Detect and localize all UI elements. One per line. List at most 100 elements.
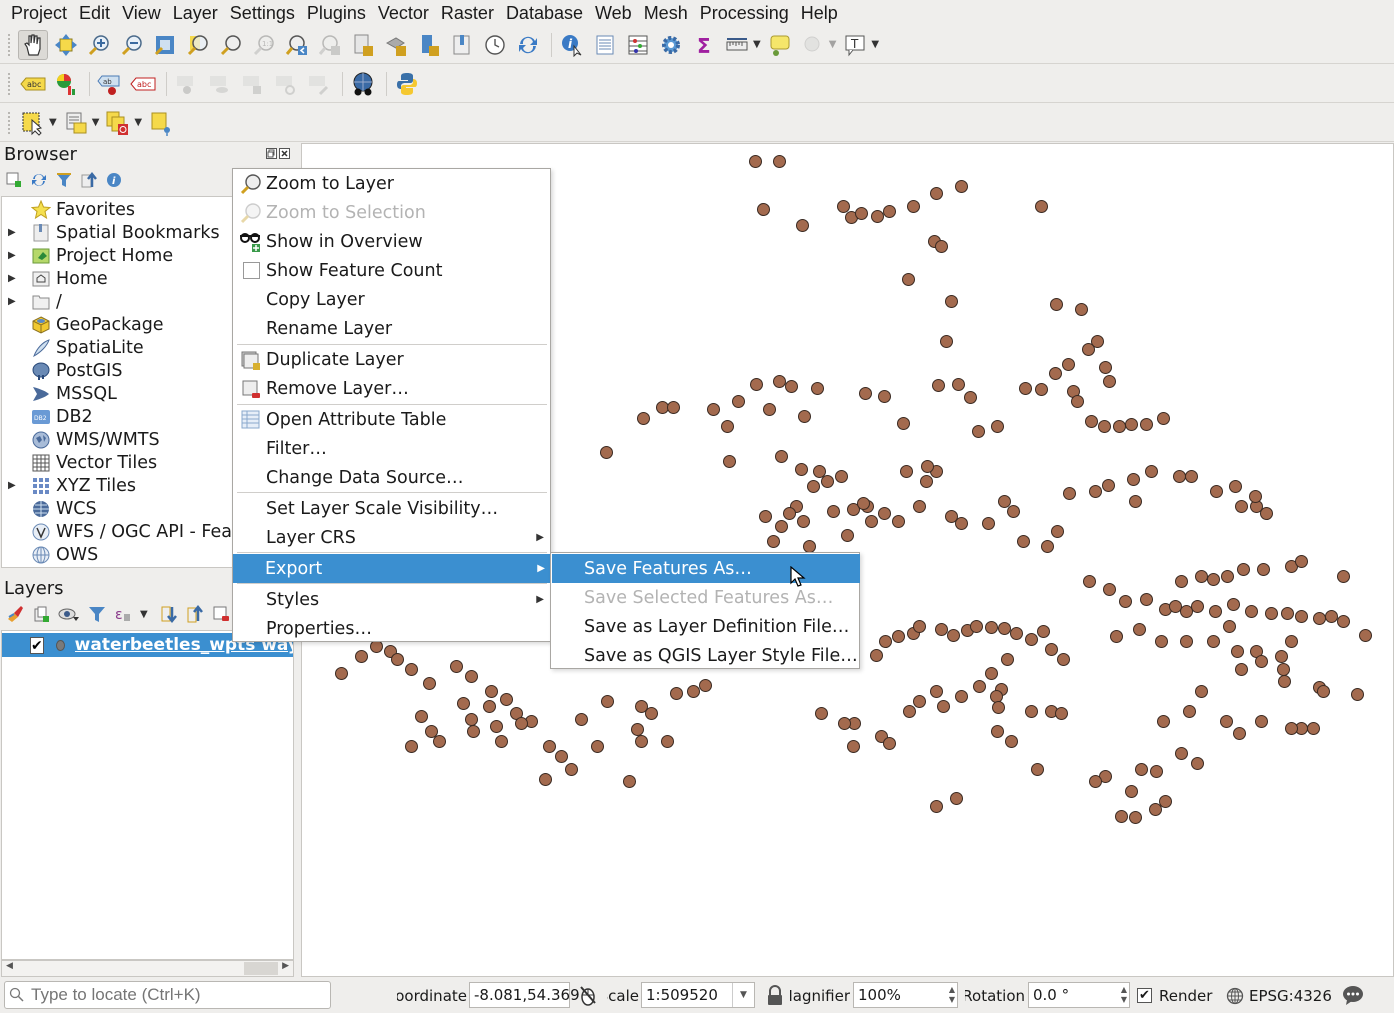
menu-project[interactable]: Project: [5, 0, 73, 26]
add-group-icon[interactable]: [32, 605, 50, 623]
menu-copy-layer[interactable]: Copy Layer: [234, 285, 550, 314]
menu-save-as-qgis-layer-style[interactable]: Save as QGIS Layer Style File…: [552, 641, 860, 670]
menu-processing[interactable]: Processing: [694, 0, 795, 26]
close-panel-icon[interactable]: [279, 148, 290, 159]
temporal-controller-button[interactable]: [480, 30, 510, 60]
deselect-dropdown-arrow[interactable]: ▼: [134, 117, 142, 128]
lock-scale-icon[interactable]: [766, 985, 784, 1007]
python-console-button[interactable]: [392, 69, 422, 99]
collapse-all-icon[interactable]: [186, 605, 204, 623]
show-bookmarks-button[interactable]: [447, 30, 477, 60]
metasearch-button[interactable]: [348, 69, 378, 99]
zoom-native-button[interactable]: 1:1: [249, 30, 279, 60]
change-label-button[interactable]: [304, 69, 334, 99]
menu-web[interactable]: Web: [589, 0, 638, 26]
expand-arrow[interactable]: ▶: [8, 480, 22, 491]
show-unplaced-labels-button[interactable]: abc: [128, 69, 158, 99]
menu-duplicate-layer[interactable]: Duplicate Layer: [234, 345, 550, 374]
layers-horizontal-scrollbar[interactable]: ◀ ▶: [1, 960, 294, 977]
menu-layer[interactable]: Layer: [167, 0, 224, 26]
pan-map-button[interactable]: [18, 29, 48, 60]
filter-icon[interactable]: [56, 172, 72, 188]
feature-count-checkbox[interactable]: [242, 262, 260, 279]
zoom-in-button[interactable]: [84, 30, 114, 60]
menu-plugins[interactable]: Plugins: [301, 0, 372, 26]
manage-map-themes-icon[interactable]: [58, 605, 80, 623]
expand-arrow[interactable]: ▶: [8, 273, 22, 284]
float-panel-icon[interactable]: [266, 148, 277, 159]
menu-filter[interactable]: Filter…: [234, 434, 550, 463]
measure-dropdown-arrow[interactable]: ▼: [753, 39, 761, 50]
menu-change-data-source[interactable]: Change Data Source…: [234, 463, 550, 492]
locate-search-field[interactable]: [4, 981, 331, 1009]
crs-label[interactable]: EPSG:4326: [1249, 987, 1332, 1005]
select-by-expression-button[interactable]: [61, 108, 91, 138]
crs-globe-icon[interactable]: [1226, 987, 1244, 1005]
add-layer-icon[interactable]: [6, 172, 22, 188]
menu-set-layer-scale-visibility[interactable]: Set Layer Scale Visibility…: [234, 494, 550, 523]
menu-view[interactable]: View: [116, 0, 167, 26]
select-expression-dropdown-arrow[interactable]: ▼: [92, 117, 100, 128]
deselect-features-button[interactable]: [103, 108, 133, 138]
processing-toolbox-button[interactable]: [656, 30, 686, 60]
pin-labels-button[interactable]: [172, 69, 202, 99]
layer-labeling-button[interactable]: abc: [18, 69, 48, 99]
scroll-left-arrow[interactable]: ◀: [6, 961, 13, 971]
menu-help[interactable]: Help: [795, 0, 844, 26]
text-annotation-button[interactable]: T: [840, 30, 870, 60]
menu-properties[interactable]: Properties…: [234, 614, 550, 643]
select-features-dropdown-arrow[interactable]: ▼: [49, 117, 57, 128]
menu-rename-layer[interactable]: Rename Layer: [234, 314, 550, 343]
measure-button[interactable]: [722, 30, 752, 60]
menu-save-as-layer-definition[interactable]: Save as Layer Definition File…: [552, 612, 860, 641]
scale-combobox[interactable]: 1:509520 ▼: [641, 982, 755, 1008]
menu-settings[interactable]: Settings: [224, 0, 301, 26]
menu-styles[interactable]: Styles ▶: [234, 585, 550, 614]
filter-legend-icon[interactable]: [88, 605, 106, 623]
magnifier-spinbox[interactable]: 100% ▲ ▼: [853, 982, 958, 1008]
layer-diagram-button[interactable]: [51, 69, 81, 99]
zoom-full-button[interactable]: [150, 30, 180, 60]
info-icon[interactable]: i: [106, 172, 122, 188]
expand-all-icon[interactable]: [160, 605, 178, 623]
expand-arrow[interactable]: ▶: [8, 296, 22, 307]
menu-show-in-overview[interactable]: Show in Overview: [234, 227, 550, 256]
messages-icon[interactable]: [1342, 985, 1364, 1005]
menu-database[interactable]: Database: [500, 0, 589, 26]
menu-layer-crs[interactable]: Layer CRS ▶: [234, 523, 550, 552]
text-annotation-dropdown-arrow[interactable]: ▼: [871, 39, 879, 50]
menu-show-feature-count[interactable]: Show Feature Count: [234, 256, 550, 285]
scroll-right-arrow[interactable]: ▶: [282, 961, 289, 971]
annotation-dropdown-arrow[interactable]: ▼: [829, 39, 837, 50]
rotation-spin-arrows[interactable]: ▲ ▼: [1121, 985, 1127, 1005]
new-3d-view-button[interactable]: [381, 30, 411, 60]
expand-arrow[interactable]: ▶: [8, 250, 22, 261]
toolbar-grip[interactable]: [8, 111, 12, 134]
menu-save-selected-features-as[interactable]: Save Selected Features As…: [552, 583, 860, 612]
statistical-summary-button[interactable]: Σ: [689, 30, 719, 60]
rotation-spinbox[interactable]: 0.0 ° ▲ ▼: [1028, 982, 1130, 1008]
refresh-icon[interactable]: [31, 172, 47, 188]
zoom-to-selection-button[interactable]: [183, 30, 213, 60]
expand-arrow[interactable]: ▶: [8, 227, 22, 238]
scale-dropdown-arrow[interactable]: ▼: [732, 983, 754, 1007]
menu-vector[interactable]: Vector: [372, 0, 435, 26]
field-calculator-button[interactable]: [623, 30, 653, 60]
pan-to-selection-button[interactable]: [51, 30, 81, 60]
new-map-view-button[interactable]: [348, 30, 378, 60]
identify-features-button[interactable]: i: [557, 30, 587, 60]
toggle-extents-mouse-icon[interactable]: [578, 984, 598, 1006]
menu-mesh[interactable]: Mesh: [638, 0, 694, 26]
new-bookmark-button[interactable]: [414, 30, 444, 60]
filter-by-expression-icon[interactable]: ε: [114, 605, 134, 623]
highlight-pinned-labels-button[interactable]: ab: [95, 69, 125, 99]
remove-layer-icon[interactable]: [212, 605, 230, 623]
move-label-button[interactable]: [238, 69, 268, 99]
layer-visibility-checkbox[interactable]: ✔: [30, 636, 44, 654]
menu-remove-layer[interactable]: Remove Layer…: [234, 374, 550, 403]
menu-save-features-as[interactable]: Save Features As…: [552, 554, 860, 583]
filter-expression-dropdown-arrow[interactable]: ▼: [140, 609, 148, 620]
zoom-to-layer-button[interactable]: [216, 30, 246, 60]
select-features-button[interactable]: [18, 108, 48, 138]
zoom-last-button[interactable]: [282, 30, 312, 60]
